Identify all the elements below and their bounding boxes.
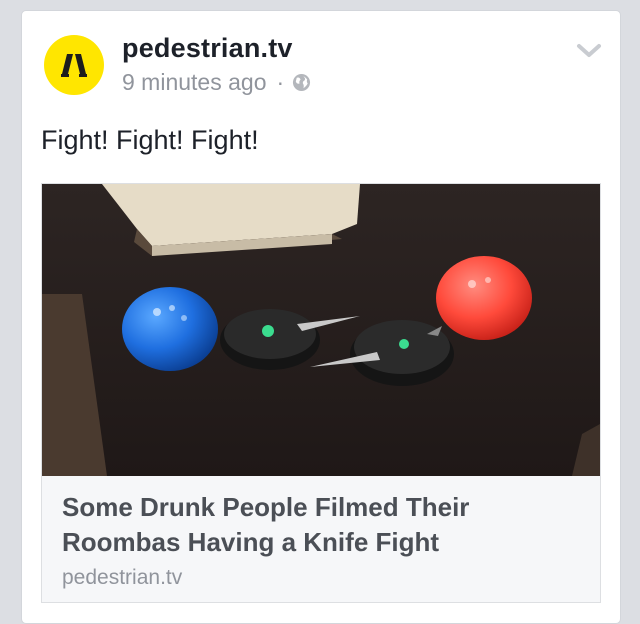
page-avatar[interactable] xyxy=(44,35,104,95)
feed-post-card: pedestrian.tv 9 minutes ago · Fight! Fig… xyxy=(21,10,621,624)
chevron-down-icon[interactable] xyxy=(576,41,602,59)
post-meta: 9 minutes ago · xyxy=(122,69,311,96)
globe-icon xyxy=(293,73,311,92)
link-preview-image[interactable] xyxy=(42,184,600,476)
post-message: Fight! Fight! Fight! xyxy=(41,125,259,155)
link-domain: pedestrian.tv xyxy=(62,566,183,589)
page-name-link[interactable]: pedestrian.tv xyxy=(122,33,293,64)
link-title[interactable]: Some Drunk People Filmed Their Roombas H… xyxy=(62,490,582,560)
link-preview[interactable]: Some Drunk People Filmed Their Roombas H… xyxy=(41,183,601,603)
post-timestamp[interactable]: 9 minutes ago xyxy=(122,69,266,96)
pedestrian-logo-icon xyxy=(61,54,87,77)
meta-separator: · xyxy=(276,69,285,95)
